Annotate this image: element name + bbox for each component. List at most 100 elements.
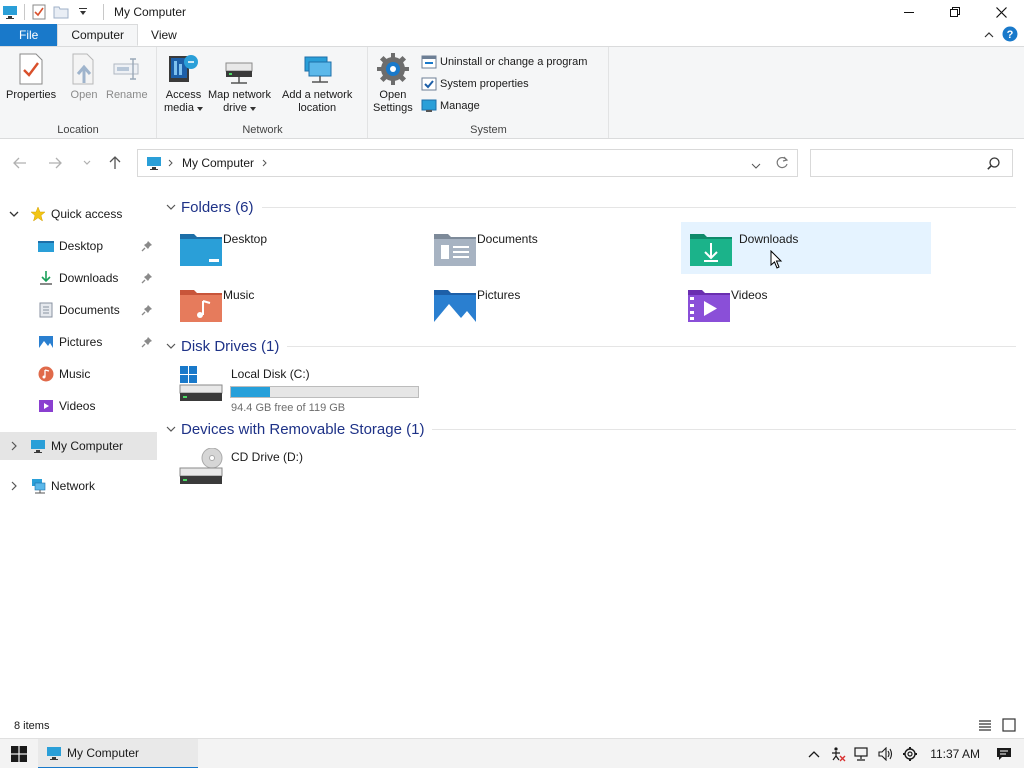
manage-button[interactable]: Manage [421,96,480,116]
help-icon[interactable]: ? [1002,26,1018,45]
sidebar-item-videos[interactable]: Videos [0,392,157,420]
recent-locations-chevron-icon[interactable] [77,153,97,173]
group-divider [287,345,1016,347]
gear-icon[interactable] [898,739,922,768]
network-status-icon[interactable] [850,739,874,768]
volume-icon[interactable] [874,739,898,768]
collapsed-chevron-icon[interactable] [8,440,20,452]
folder-tile-music[interactable]: Music [165,278,415,330]
pin-icon[interactable] [141,240,153,252]
sidebar-item-quick-access[interactable]: Quick access [0,200,157,228]
show-hidden-icons-chevron-icon[interactable] [802,739,826,768]
taskbar-app-my-computer[interactable]: My Computer [38,738,198,768]
up-button[interactable] [105,153,125,173]
windows-start-icon[interactable] [0,739,38,768]
sidebar-item-label: My Computer [51,439,124,453]
drive-tile-cd-drive[interactable]: CD Drive (D:) [165,446,425,496]
details-view-icon[interactable] [978,718,992,735]
system-properties-button[interactable]: System properties [421,74,529,94]
sidebar-item-pictures[interactable]: Pictures [0,328,157,356]
tiles-view-icon[interactable] [1002,718,1016,735]
expand-ribbon-chevron-icon[interactable] [984,28,994,42]
folder-tile-pictures[interactable]: Pictures [419,278,669,330]
dropdown-arrow-icon [249,106,256,111]
sidebar-item-documents[interactable]: Documents [0,296,157,324]
sidebar-item-label: Quick access [51,207,123,221]
group-title: Folders (6) [181,198,254,216]
access-media-button[interactable]: Access media [164,51,203,115]
back-button[interactable] [10,153,30,173]
customize-quick-access-chevron-icon[interactable] [75,4,91,20]
map-network-drive-button[interactable]: Map network drive [208,51,271,115]
search-icon[interactable] [987,157,1000,173]
expanded-chevron-icon[interactable] [165,340,177,352]
minimize-button[interactable] [886,0,932,24]
tab-computer[interactable]: Computer [57,24,139,46]
clock[interactable]: 11:37 AM [930,747,980,761]
pin-icon[interactable] [141,304,153,316]
search-box[interactable] [810,149,1013,177]
disk-drives-group-header[interactable]: Disk Drives (1) [165,334,1016,358]
maximize-button[interactable] [932,0,978,24]
folders-group-header[interactable]: Folders (6) [165,195,1016,219]
sidebar-item-label: Network [51,479,96,493]
open-settings-button[interactable]: Open Settings [373,51,413,115]
new-folder-quick-icon[interactable] [53,4,69,20]
sidebar-item-network[interactable]: Network [0,472,157,500]
add-network-location-button[interactable]: Add a network location [282,51,352,115]
navigation-bar: My Computer [0,139,1024,187]
sidebar-item-my-computer[interactable]: My Computer [0,432,157,460]
sidebar-item-label: Documents [59,303,120,317]
action-center-icon[interactable] [992,739,1016,768]
group-title: Devices with Removable Storage (1) [181,420,425,438]
sidebar-item-music[interactable]: Music [0,360,157,388]
forward-button[interactable] [45,153,65,173]
map-network-drive-label-row: drive [223,102,256,115]
pin-icon[interactable] [141,272,153,284]
drive-name: CD Drive (D:) [231,450,303,464]
expanded-chevron-icon[interactable] [165,201,177,213]
open-button[interactable]: Open [67,51,101,102]
group-divider [432,428,1016,430]
address-history-chevron-icon[interactable] [751,158,761,172]
group-title: Disk Drives (1) [181,337,280,355]
item-count: 8 items [14,720,50,732]
taskbar-app-label: My Computer [67,745,140,760]
folder-tile-videos[interactable]: Videos [673,278,923,330]
properties-quick-icon[interactable] [31,4,47,20]
window-title: My Computer [114,5,187,19]
properties-label: Properties [6,89,57,101]
expanded-chevron-icon[interactable] [165,423,177,435]
system-tray: 11:37 AM [802,739,1024,768]
tab-view[interactable]: View [138,24,190,46]
close-button[interactable] [978,0,1024,24]
sidebar-item-downloads[interactable]: Downloads [0,264,157,292]
tab-file[interactable]: File [0,24,58,46]
removable-storage-group-header[interactable]: Devices with Removable Storage (1) [165,417,1016,441]
breadcrumb-chevron-icon[interactable] [262,156,270,170]
properties-button[interactable]: Properties [6,51,56,102]
folder-tile-downloads[interactable]: Downloads [681,222,931,274]
pin-icon[interactable] [141,336,153,348]
expanded-chevron-icon[interactable] [8,208,20,220]
ribbon-tabs: File Computer View ? [0,24,1024,46]
folder-tile-documents[interactable]: Documents [419,222,669,274]
folder-tile-desktop[interactable]: Desktop [165,222,415,274]
sidebar-item-desktop[interactable]: Desktop [0,232,157,260]
ribbon-group-location: Properties Open Rename Location [0,47,157,138]
refresh-icon[interactable] [775,156,789,173]
address-bar[interactable]: My Computer [137,149,798,177]
drive-tile-local-disk[interactable]: Local Disk (C:) 94.4 GB free of 119 GB [165,363,425,414]
open-label: Open [70,89,98,101]
breadcrumb-my-computer[interactable]: My Computer [182,156,254,170]
computer-icon [146,155,162,171]
computer-icon[interactable] [2,4,18,20]
breadcrumb-separator-icon[interactable] [168,156,176,170]
drive-name: Local Disk (C:) [231,367,310,381]
sidebar-item-label: Videos [59,399,96,413]
drive-free-space: 94.4 GB free of 119 GB [231,402,346,414]
rename-button[interactable]: Rename [106,51,148,102]
uninstall-program-button[interactable]: Uninstall or change a program [421,52,587,72]
collapsed-chevron-icon[interactable] [8,480,20,492]
accessibility-icon[interactable] [826,739,850,768]
